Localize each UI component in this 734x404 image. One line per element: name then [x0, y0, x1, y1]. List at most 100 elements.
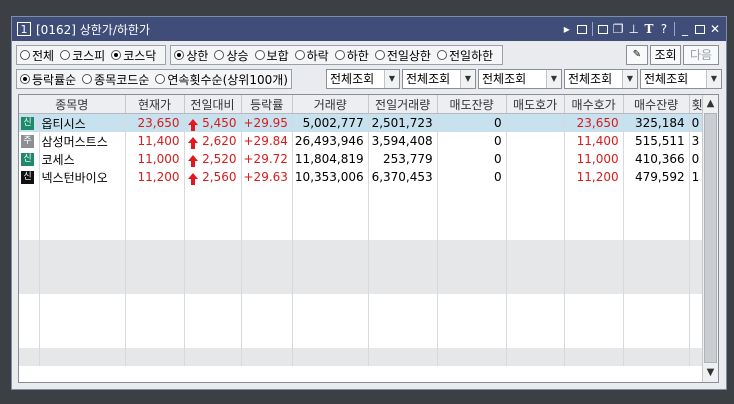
empty-cell	[368, 186, 438, 204]
copy-icon[interactable]: ❐	[613, 22, 624, 36]
table-row[interactable]: 신 옵티시스 23,650 5,450 +29.95 5,002,777 2,501,723…	[19, 113, 717, 132]
empty-cell	[506, 204, 565, 222]
link-icon[interactable]	[597, 24, 608, 34]
ask-price	[506, 132, 565, 150]
empty-cell	[564, 294, 624, 312]
filter-dropdown-1[interactable]: 전체조회 ▼	[326, 69, 400, 89]
col-ask-header[interactable]: 매도호가	[506, 95, 565, 114]
sort-option-consecutive[interactable]: 연속횟수순(상위100개)	[155, 71, 288, 88]
bid-price: 11,400	[564, 132, 624, 150]
col-change-header[interactable]: 전일대비	[184, 95, 242, 114]
title-bar[interactable]: 1 [0162] 상한가/하한가 ▸ ❐ ⊥ T ? _ ✕	[12, 17, 726, 41]
help-icon[interactable]: ?	[659, 22, 669, 36]
stock-name[interactable]: 코세스	[39, 150, 126, 168]
empty-cell	[368, 258, 438, 276]
vertical-scrollbar[interactable]: ▲ ▼	[702, 95, 718, 382]
arrow-right-icon[interactable]: ▸	[562, 22, 572, 36]
pin-icon[interactable]: ⊥	[628, 22, 638, 36]
empty-cell	[564, 186, 624, 204]
col-bid-header[interactable]: 매수호가	[564, 95, 624, 114]
table-row[interactable]: 주 삼성머스트스 11,400 2,620 +29.84 26,493,946 3,594,…	[19, 132, 717, 150]
query-button[interactable]: 조회	[650, 45, 681, 65]
empty-cell	[125, 276, 185, 294]
font-icon[interactable]: T	[644, 22, 654, 36]
empty-cell	[437, 348, 507, 366]
radio-icon	[436, 50, 447, 60]
empty-cell	[437, 294, 507, 312]
empty-cell	[19, 258, 40, 276]
empty-cell	[292, 186, 369, 204]
filter-dropdown-3[interactable]: 전체조회 ▼	[478, 69, 562, 89]
stock-tag-badge: 신	[21, 153, 34, 166]
window: 1 [0162] 상한가/하한가 ▸ ❐ ⊥ T ? _ ✕ 전체 코스피 코스…	[11, 16, 727, 390]
scroll-up-icon[interactable]: ▲	[703, 96, 718, 112]
market-option-kosdaq[interactable]: 코스닥	[111, 47, 156, 64]
limit-option-fall[interactable]: 하락	[294, 47, 329, 64]
limit-option-lower[interactable]: 하한	[334, 47, 369, 64]
current-price: 23,650	[125, 113, 185, 132]
radio-icon	[214, 50, 225, 60]
col-name-header[interactable]: 종목명	[19, 95, 126, 114]
empty-row	[19, 294, 717, 312]
sort-filter: 등락률순 종목코드순 연속횟수순(상위100개)	[16, 69, 292, 89]
table-row[interactable]: 신 넥스턴바이오 11,200 2,560 +29.63 10,353,006 6,370,…	[19, 168, 717, 186]
empty-row	[19, 204, 717, 222]
filter-dropdown-2[interactable]: 전체조회 ▼	[402, 69, 476, 89]
change-cell: 2,620	[184, 132, 242, 150]
col-ask-qty-header[interactable]: 매도잔량	[437, 95, 507, 114]
empty-cell	[506, 312, 565, 330]
empty-cell	[39, 204, 126, 222]
empty-cell	[39, 312, 126, 330]
ask-price	[506, 168, 565, 186]
screen-icon[interactable]	[576, 24, 587, 34]
empty-cell	[292, 240, 369, 258]
scroll-down-icon[interactable]: ▼	[703, 365, 718, 381]
prev-volume: 3,594,408	[368, 132, 438, 150]
empty-cell	[506, 222, 565, 240]
market-filter: 전체 코스피 코스닥	[16, 45, 167, 65]
window-number: 1	[17, 22, 31, 36]
col-rate-header[interactable]: 등락률	[241, 95, 293, 114]
col-prev-volume-header[interactable]: 전일거래량	[368, 95, 438, 114]
empty-cell	[368, 276, 438, 294]
settings-icon[interactable]: ✎	[626, 45, 648, 65]
maximize-icon[interactable]	[694, 24, 705, 34]
sort-option-rate[interactable]: 등락률순	[20, 71, 76, 88]
limit-option-upper[interactable]: 상한	[174, 47, 208, 64]
empty-cell	[125, 240, 185, 258]
empty-row	[19, 330, 717, 348]
sort-option-code[interactable]: 종목코드순	[82, 71, 149, 88]
empty-cell	[39, 348, 126, 366]
filter-dropdown-4[interactable]: 전체조회 ▼	[564, 69, 638, 89]
empty-cell	[19, 204, 40, 222]
col-volume-header[interactable]: 거래량	[292, 95, 369, 114]
next-button[interactable]: 다음	[683, 45, 719, 65]
empty-cell	[623, 294, 690, 312]
prev-volume: 253,779	[368, 150, 438, 168]
prev-volume: 2,501,723	[368, 113, 438, 132]
radio-icon	[294, 50, 305, 60]
stock-tag-cell: 신	[19, 150, 40, 168]
ask-qty: 0	[437, 168, 507, 186]
limit-option-prev-lower[interactable]: 전일하한	[436, 47, 493, 64]
empty-cell	[19, 240, 40, 258]
stock-name[interactable]: 옵티시스	[39, 113, 126, 132]
limit-option-prev-upper[interactable]: 전일상한	[374, 47, 431, 64]
limit-option-flat[interactable]: 보합	[254, 47, 289, 64]
empty-cell	[564, 330, 624, 348]
filter-dropdown-5[interactable]: 전체조회 ▼	[640, 69, 722, 89]
limit-option-rise[interactable]: 상승	[214, 47, 249, 64]
stock-name[interactable]: 삼성머스트스	[39, 132, 126, 150]
close-icon[interactable]: ✕	[710, 22, 720, 36]
minimize-icon[interactable]: _	[680, 22, 690, 36]
market-option-all[interactable]: 전체	[20, 47, 54, 64]
col-price-header[interactable]: 현재가	[125, 95, 185, 114]
bid-price: 11,000	[564, 150, 624, 168]
market-option-kospi[interactable]: 코스피	[60, 47, 105, 64]
col-bid-qty-header[interactable]: 매수잔량	[623, 95, 690, 114]
scroll-thumb[interactable]	[704, 113, 717, 363]
bid-price: 11,200	[564, 168, 624, 186]
stock-tag-cell: 신	[19, 168, 40, 186]
stock-name[interactable]: 넥스턴바이오	[39, 168, 126, 186]
table-row[interactable]: 신 코세스 11,000 2,520 +29.72 11,804,819 253,779 0 1…	[19, 150, 717, 168]
